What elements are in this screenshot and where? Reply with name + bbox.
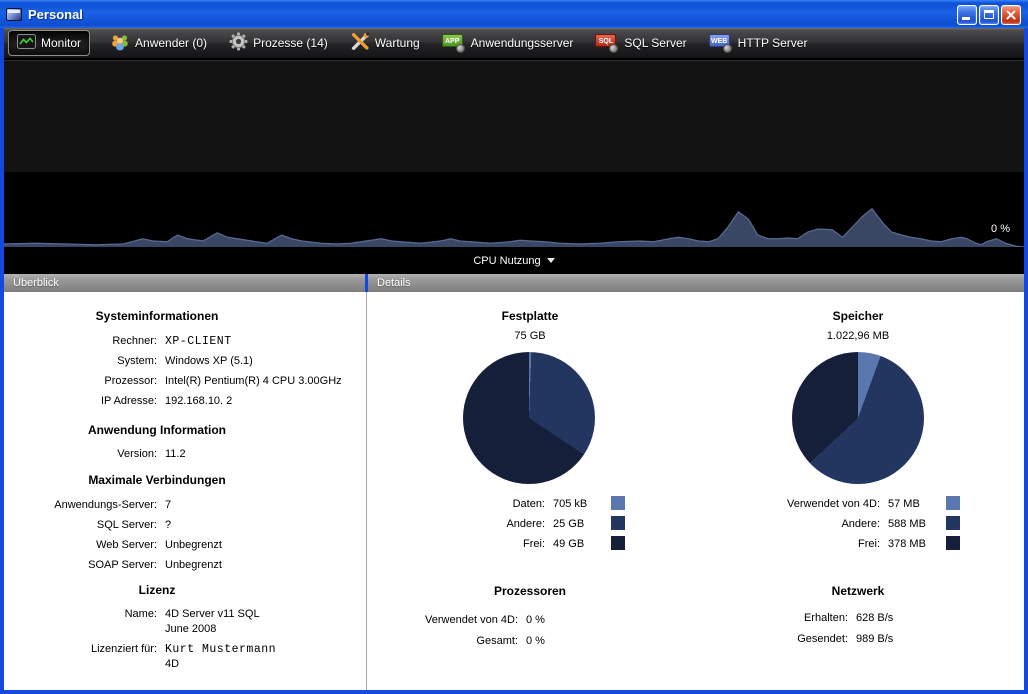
toolbar-label: HTTP Server — [738, 36, 808, 50]
info-row-cpu-gesamt: Gesamt: 0 % — [373, 635, 663, 647]
info-row-version: Version: 11.2 — [9, 448, 363, 460]
info-row-cpu-4d: Verwendet von 4D: 0 % — [373, 614, 663, 626]
legend-swatch — [946, 496, 960, 510]
close-button[interactable] — [1001, 5, 1021, 25]
toolbar-item-anwendungsserver[interactable]: APP Anwendungsserver — [436, 31, 580, 56]
legend-row-andere-mem: Andere: 588 MB — [735, 516, 960, 532]
window-title: Personal — [28, 7, 83, 22]
toolbar-item-sql-server[interactable]: SQL SQL Server — [589, 31, 692, 56]
monitor-chart-icon — [17, 34, 36, 52]
legend-row-andere-disk: Andere: 25 GB — [400, 516, 625, 532]
festplatte-total: 75 GB — [420, 330, 640, 342]
cpu-usage-graph: 0 % — [4, 172, 1024, 247]
cpu-current-value: 0 % — [991, 223, 1010, 235]
toolbar-label: Anwendungsserver — [471, 36, 574, 50]
legend-swatch — [946, 516, 960, 530]
app-server-icon: APP — [442, 34, 466, 53]
section-heading-maximale-verbindungen: Maximale Verbindungen — [9, 473, 305, 487]
info-row-erhalten: Erhalten: 628 B/s — [703, 612, 993, 624]
legend-swatch — [611, 516, 625, 530]
minimize-button[interactable] — [957, 5, 977, 25]
tools-icon — [350, 32, 370, 54]
info-row-rechner: Rechner: XP-CLIENT — [9, 335, 363, 348]
overview-panel-header: Überblick — [4, 274, 365, 292]
app-window: Personal Monitor Anwender (0 — [0, 0, 1028, 694]
toolbar-item-wartung[interactable]: Wartung — [344, 29, 426, 57]
legend-row-frei-disk: Frei: 49 GB — [400, 536, 625, 552]
toolbar-label: Monitor — [41, 36, 81, 50]
metric-selector-label: CPU Nutzung — [473, 255, 540, 267]
netzwerk-title: Netzwerk — [748, 584, 968, 598]
http-server-icon: WEB — [709, 34, 733, 53]
legend-row-frei-mem: Frei: 378 MB — [735, 536, 960, 552]
app-icon — [6, 7, 23, 22]
chevron-down-icon — [547, 258, 555, 263]
info-row-ip-adresse: IP Adresse: 192.168.10. 2 — [9, 395, 363, 407]
info-row-prozessor: Prozessor: Intel(R) Pentium(R) 4 CPU 3.0… — [9, 375, 363, 387]
titlebar[interactable]: Personal — [0, 0, 1028, 28]
close-icon — [1002, 6, 1020, 24]
overview-panel: Systeminformationen Rechner: XP-CLIENT S… — [4, 292, 366, 690]
info-row-sql-server: SQL Server: ? — [9, 519, 363, 531]
info-row-lizenziert-fuer-line2: 4D — [165, 658, 179, 670]
legend-swatch — [611, 536, 625, 550]
details-panel: Festplatte 75 GB Daten: 705 kB Andere: 2… — [367, 292, 1024, 690]
toolbar-item-prozesse[interactable]: Prozesse (14) — [223, 29, 334, 57]
info-row-anwendungs-server: Anwendungs-Server: 7 — [9, 499, 363, 511]
maximize-icon — [984, 10, 994, 19]
toolbar-item-anwender[interactable]: Anwender (0) — [104, 30, 213, 57]
legend-row-daten: Daten: 705 kB — [400, 496, 625, 512]
section-heading-lizenz: Lizenz — [9, 583, 305, 597]
speicher-total: 1.022,96 MB — [748, 330, 968, 342]
info-row-lizenz-name: Name: 4D Server v11 SQL — [9, 608, 363, 620]
legend-swatch — [611, 496, 625, 510]
toolbar-label: Wartung — [375, 36, 420, 50]
toolbar-item-monitor[interactable]: Monitor — [8, 30, 90, 56]
minimize-icon — [962, 17, 970, 20]
legend-swatch — [946, 536, 960, 550]
pie-chart-festplatte — [463, 352, 595, 484]
legend-row-verwendet-4d: Verwendet von 4D: 57 MB — [735, 496, 960, 512]
prozessoren-title: Prozessoren — [420, 584, 640, 598]
users-icon — [110, 33, 130, 54]
metric-selector[interactable]: CPU Nutzung — [473, 255, 554, 267]
festplatte-title: Festplatte — [420, 309, 640, 323]
info-row-system: System: Windows XP (5.1) — [9, 355, 363, 367]
toolbar-item-http-server[interactable]: WEB HTTP Server — [703, 31, 814, 56]
info-row-lizenziert-fuer: Lizenziert für: Kurt Mustermann — [9, 643, 363, 656]
metric-selector-bar: CPU Nutzung — [4, 247, 1024, 274]
toolbar-label: Prozesse (14) — [253, 36, 328, 50]
gear-icon — [229, 32, 248, 54]
sql-server-icon: SQL — [595, 34, 619, 53]
info-row-web-server: Web Server: Unbegrenzt — [9, 539, 363, 551]
toolbar: Monitor Anwender (0) — [4, 28, 1024, 60]
info-row-soap-server: SOAP Server: Unbegrenzt — [9, 559, 363, 571]
speicher-title: Speicher — [748, 309, 968, 323]
info-row-gesendet: Gesendet: 989 B/s — [703, 633, 993, 645]
info-row-lizenz-name-line2: June 2008 — [165, 623, 216, 635]
maximize-button[interactable] — [979, 5, 999, 25]
monitor-backdrop — [4, 60, 1024, 172]
toolbar-label: Anwender (0) — [135, 36, 207, 50]
section-heading-systeminformationen: Systeminformationen — [9, 309, 305, 323]
section-heading-anwendung-information: Anwendung Information — [9, 423, 305, 437]
details-panel-header: Details — [368, 274, 1024, 292]
pie-chart-speicher — [792, 352, 924, 484]
toolbar-label: SQL Server — [624, 36, 686, 50]
